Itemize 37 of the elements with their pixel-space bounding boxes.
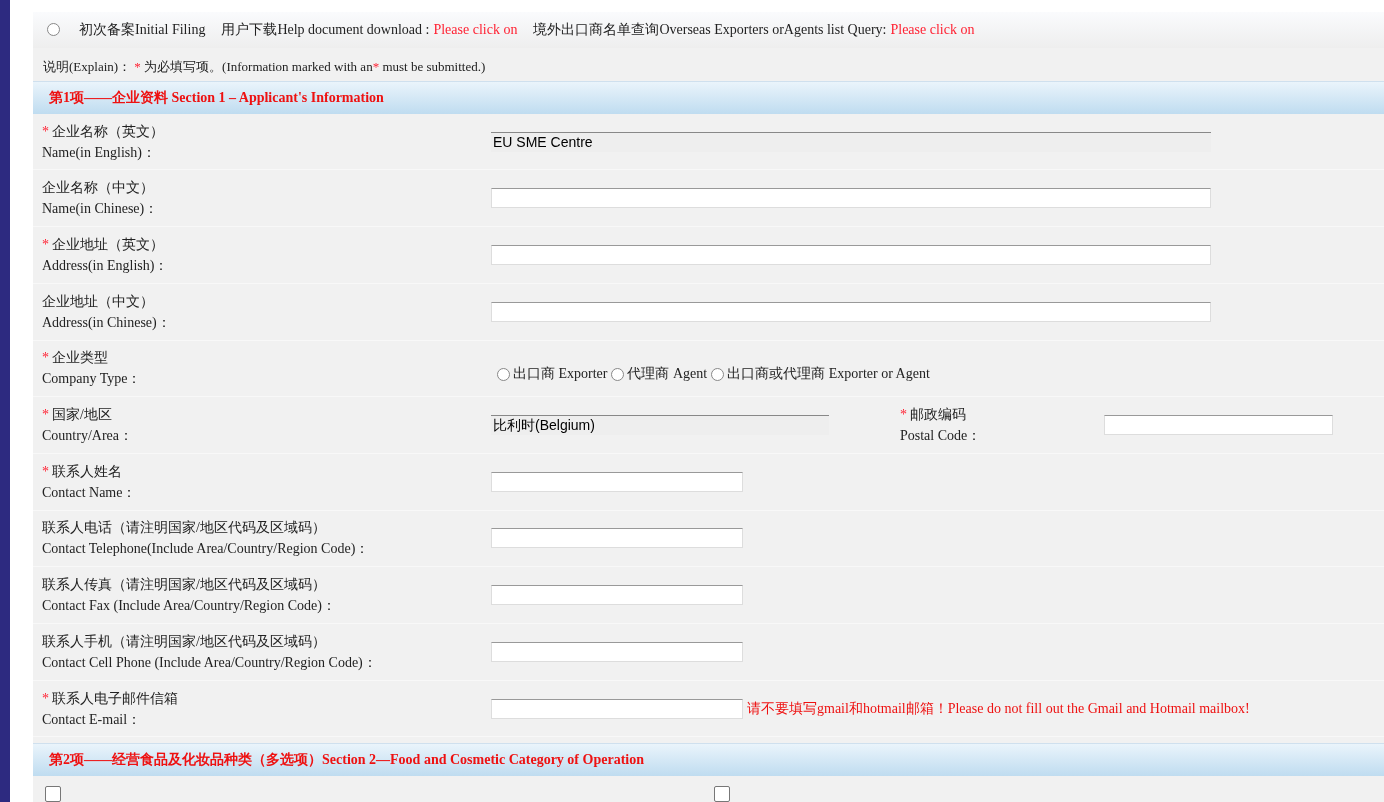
field-label: 联系人传真（请注明国家/地区代码及区域码） Contact Fax (Include Area/Country/Region Code)：: [41, 576, 337, 616]
input-field[interactable]: [491, 585, 743, 606]
country-select[interactable]: 比利时(Belgium): [491, 415, 829, 436]
field-label: 联系人手机（请注明国家/地区代码及区域码） Contact Cell Phone (Include Area/Country/Region Code)：: [41, 632, 378, 672]
top-label: 用户下载Help document download :: [221, 20, 430, 39]
section-title: 第2项——经营食品及化妆品种类（多选项）Section 2—Food and Cosmetic Category of Operation: [49, 751, 644, 770]
top-label: 境外出口商名单查询Overseas Exporters orAgents list Query:: [533, 20, 887, 39]
explain-text: 说明(Explain)： * 为必填写项。(Information marked with an* must be submitted.): [42, 57, 487, 76]
input-field[interactable]: [491, 244, 1211, 265]
field-label: * 企业地址（英文） Address(in English)：: [41, 235, 170, 275]
input-field[interactable]: [491, 301, 1211, 322]
top-label: 初次备案Initial Filing: [79, 20, 206, 39]
help-link[interactable]: Please click on: [433, 21, 518, 38]
input-field[interactable]: [491, 528, 743, 549]
input-field[interactable]: [491, 641, 743, 662]
input-field[interactable]: [1104, 415, 1333, 436]
field-label: * 企业类型 Company Type：: [41, 349, 143, 389]
warning-text: 请不要填写gmail和hotmail邮箱！Please do not fill out the Gmail and Hotmail mailbox!: [747, 699, 1250, 718]
radio-option[interactable]: 代理商 Agent: [611, 365, 708, 384]
input-field[interactable]: [491, 698, 743, 719]
radio-option[interactable]: 出口商 Exporter: [497, 365, 608, 384]
radio-button[interactable]: [47, 23, 60, 37]
radio-option[interactable]: 出口商或代理商 Exporter or Agent: [711, 365, 930, 384]
field-label: * 企业名称（英文） Name(in English)：: [41, 122, 165, 162]
field-label: 企业名称（中文） Name(in Chinese)：: [41, 179, 160, 219]
field-label: * 邮政编码 Postal Code：: [900, 406, 983, 446]
field-label: 联系人电话（请注明国家/地区代码及区域码） Contact Telephone(Include Area/Country/Region Code)：: [41, 519, 371, 559]
field-label: * 国家/地区 Country/Area：: [41, 406, 134, 446]
input-field[interactable]: [491, 188, 1211, 209]
checkbox[interactable]: [714, 786, 730, 802]
help-link[interactable]: Please click on: [890, 21, 975, 38]
field-label: 企业地址（中文） Address(in Chinese)：: [41, 292, 172, 332]
checkbox[interactable]: [45, 786, 61, 802]
input-field[interactable]: [491, 471, 743, 492]
field-label: * 联系人电子邮件信箱 Contact E-mail：: [41, 689, 179, 729]
field-label: * 联系人姓名 Contact Name：: [41, 462, 138, 502]
section-title: 第1项——企业资料 Section 1 – Applicant's Information: [49, 88, 384, 107]
